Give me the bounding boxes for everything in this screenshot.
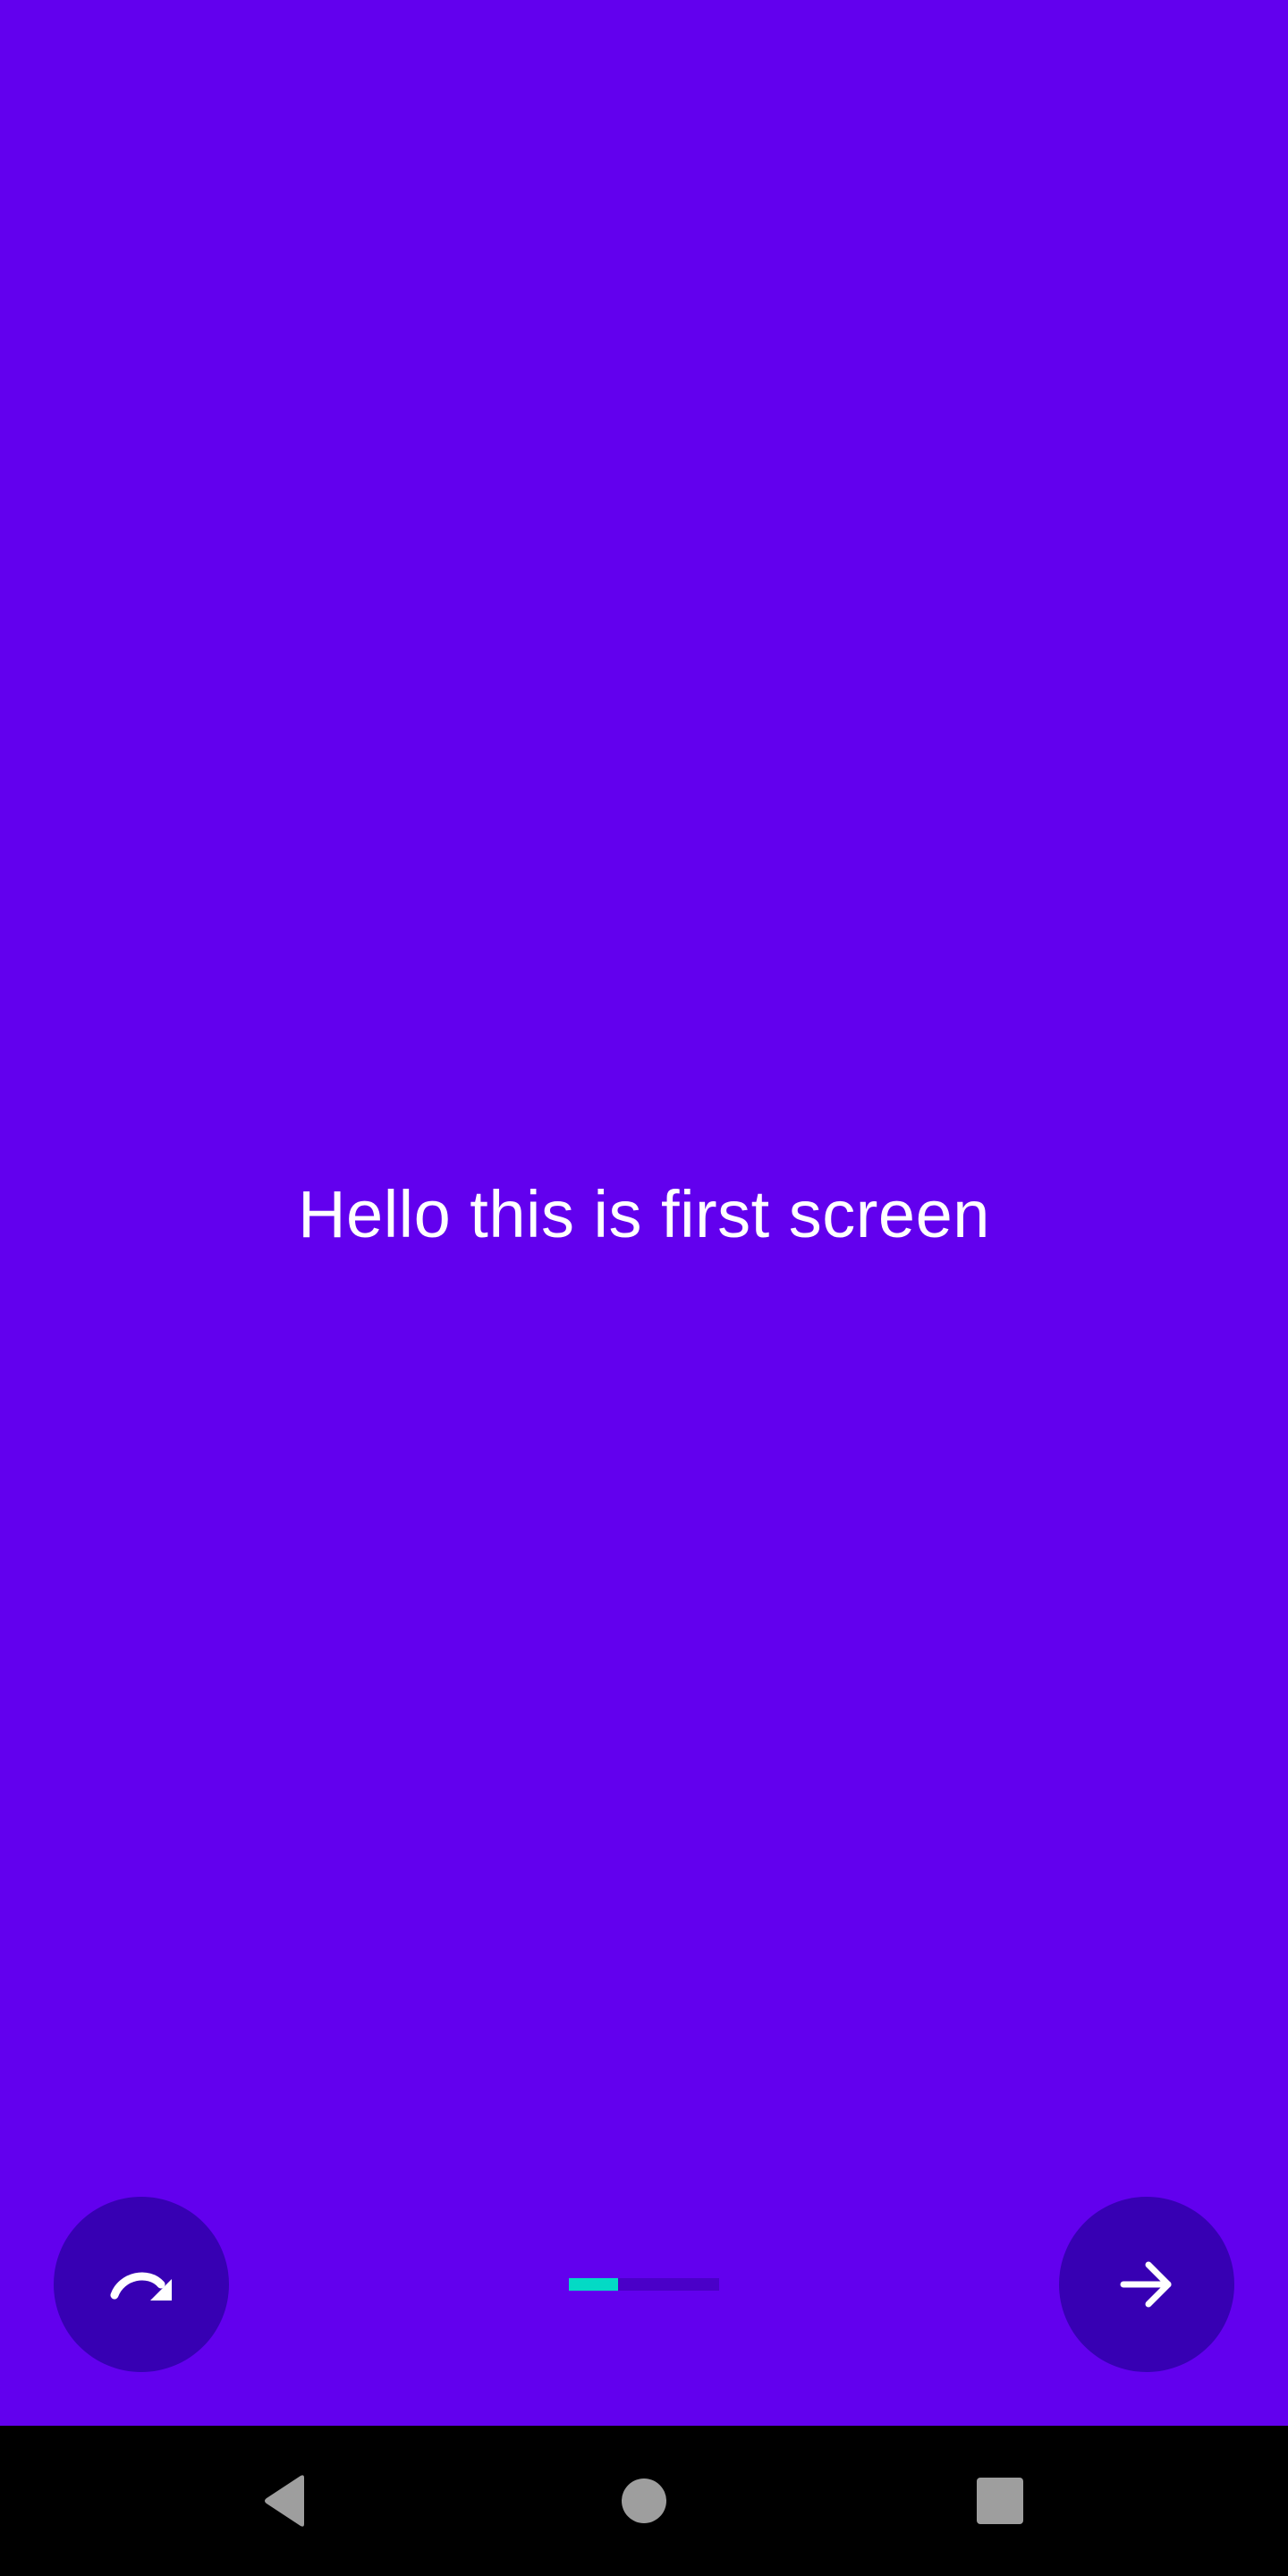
onboarding-screen: Hello this is first screen (0, 0, 1288, 2576)
skip-button[interactable] (54, 2197, 229, 2372)
content-area: Hello this is first screen (0, 0, 1288, 2426)
home-circle-icon (622, 2479, 666, 2523)
page-progress-indicator (569, 2278, 719, 2291)
arrow-right-icon (1120, 2261, 1172, 2308)
redo-arrow-icon (110, 2272, 172, 2301)
home-button[interactable] (590, 2447, 698, 2555)
page-title: Hello this is first screen (298, 1177, 990, 1251)
recents-square-icon (977, 2478, 1023, 2524)
progress-fill (569, 2278, 619, 2291)
back-triangle-icon (265, 2475, 304, 2527)
system-navigation-bar (0, 2426, 1288, 2576)
back-button[interactable] (233, 2447, 340, 2555)
recents-button[interactable] (946, 2447, 1054, 2555)
next-button[interactable] (1059, 2197, 1234, 2372)
